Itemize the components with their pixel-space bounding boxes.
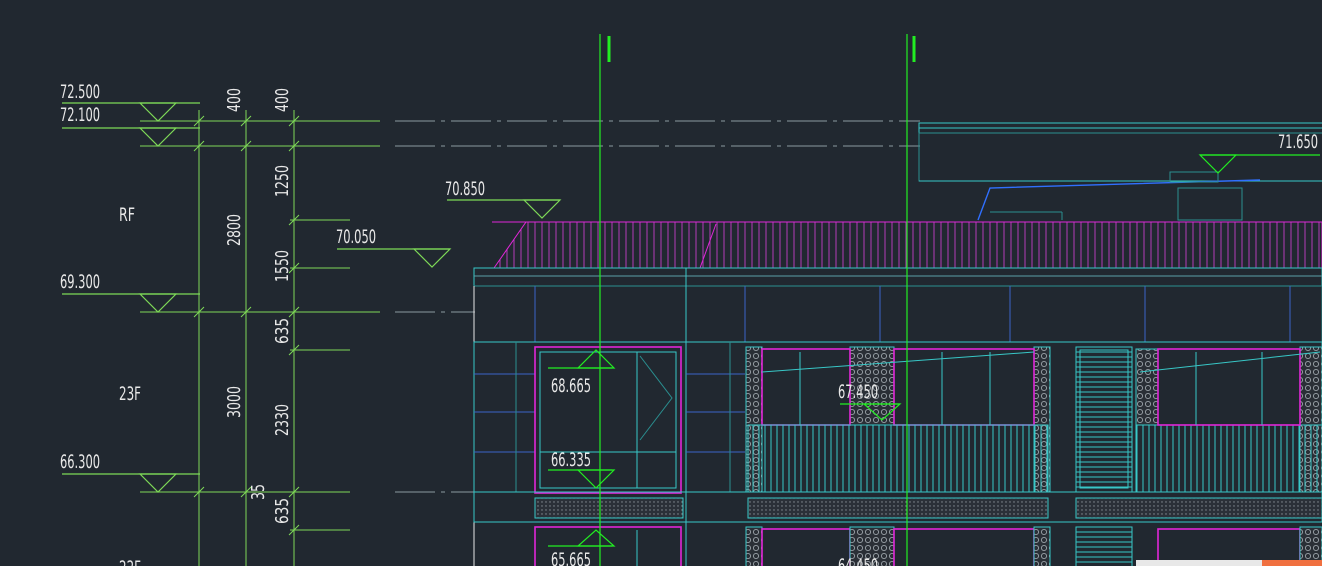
dimension-label: 2800 <box>224 214 245 246</box>
elevation-markers-left <box>62 102 562 493</box>
dimension-label: 635 <box>272 318 293 344</box>
dimension-label: 1550 <box>272 250 293 282</box>
dimension-label: 400 <box>272 88 293 112</box>
elevation-label: 64.450 <box>838 555 878 566</box>
floor-label: 22F <box>119 557 141 566</box>
elevation-label: 72.100 <box>60 104 100 126</box>
building-elevation <box>473 122 1322 566</box>
elevation-label: 69.300 <box>60 271 100 293</box>
elevation-label: 68.665 <box>551 375 591 397</box>
elevation-label: 66.300 <box>60 451 100 473</box>
elevation-label: 67.450 <box>838 381 878 403</box>
elevation-label: 65.665 <box>551 549 591 566</box>
floor-label: RF <box>119 204 135 226</box>
floor-label: 23F <box>119 383 141 405</box>
elevation-label: 71.650 <box>1278 131 1318 153</box>
elevation-label: 70.850 <box>445 178 485 200</box>
cad-elevation-drawing: 72.500 72.100 69.300 66.300 70.850 70.05… <box>60 34 1322 566</box>
elevation-label: 66.335 <box>551 449 591 471</box>
dimension-label: 1250 <box>272 165 293 197</box>
dimension-label: 635 <box>272 498 293 524</box>
dimension-label: 2330 <box>272 404 293 436</box>
dimension-label: 35 <box>248 484 269 500</box>
elevation-label: 70.050 <box>336 226 376 248</box>
dimension-label: 400 <box>224 88 245 112</box>
elevation-label: 72.500 <box>60 81 100 103</box>
dimension-label: 3000 <box>224 386 245 418</box>
